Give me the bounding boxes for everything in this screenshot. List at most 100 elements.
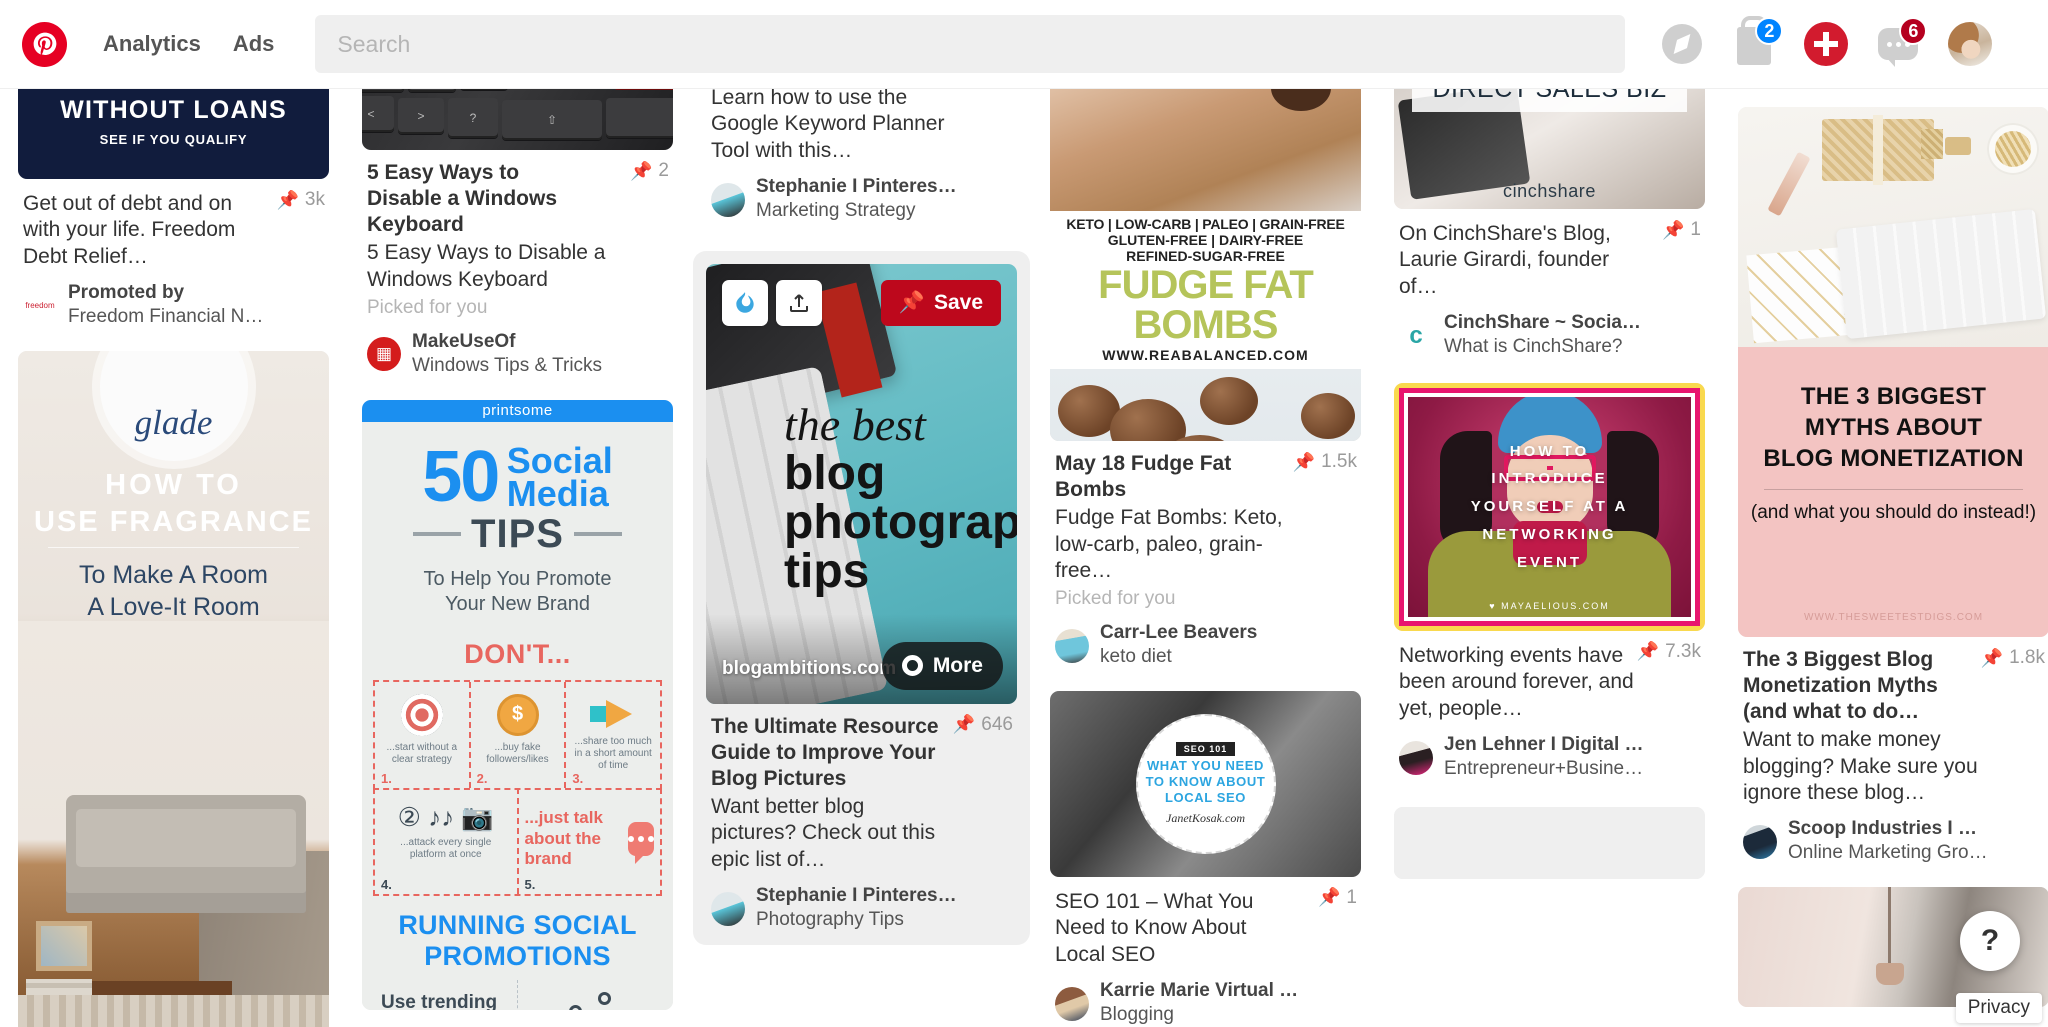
board-name: Photography Tips (756, 909, 904, 931)
author-avatar: c (1399, 318, 1433, 353)
author-avatar (1743, 824, 1777, 859)
repin-count-monetization: 📌 1.8k (1980, 647, 2045, 668)
pin-marker-icon: 📌 (898, 290, 925, 314)
shopping-bag-badge: 2 (1755, 17, 1784, 45)
pin-card-infographic[interactable]: printsome 50 Social Media TIPS To Help Y… (362, 399, 673, 1010)
pin-image-keyboard[interactable]: : ' @ ~# < > ? ⇧ (362, 89, 673, 150)
pin-image-blog-photography[interactable]: the best blog photography tips (706, 263, 1017, 704)
board-name: What is CinchShare? (1444, 336, 1623, 358)
coin-icon: $ (496, 693, 539, 736)
infographic-social: Social (506, 439, 613, 481)
pin-card-placeholder[interactable] (1394, 806, 1705, 879)
share-node-icon (567, 991, 613, 1010)
pin-meta-keyboard: 📌 2 5 Easy Ways to Disable a Windows Key… (362, 150, 673, 378)
cinch-art-logo: cinchshare (1502, 181, 1597, 201)
pin-image-placeholder[interactable] (1394, 806, 1705, 879)
grid-column-5: CREATE FOR YOUR DIRECT SALES BIZ cinchsh… (1394, 89, 1705, 901)
messages-bubble-icon[interactable]: 6 (1869, 15, 1928, 73)
fudge-art-headline: FUDGE FAT BOMBS (1098, 263, 1314, 347)
art-line-2: blog (784, 446, 886, 500)
pin-card-blog-photography[interactable]: the best blog photography tips (693, 250, 1030, 945)
help-button[interactable]: ? (1960, 911, 2020, 971)
hover-tool-group[interactable] (722, 279, 822, 326)
repin-count-debt: 📌 3k (276, 189, 326, 210)
privacy-link[interactable]: Privacy (1955, 993, 2042, 1023)
pin-attribution-google-keyword[interactable]: Stephanie I Pinteres… Marketing Strategy (711, 176, 1012, 223)
pin-attribution-seo[interactable]: Karrie Marie Virtual … Blogging (1055, 980, 1356, 1027)
pinterest-logo-icon[interactable] (22, 21, 67, 67)
more-button[interactable]: More (881, 641, 1003, 690)
pin-card-keyboard[interactable]: : ' @ ~# < > ? ⇧ 📌 2 5 Easy Ways to Di (362, 89, 673, 378)
running-item-7: Avoid spam e.g. asking someone to share … (518, 980, 662, 1010)
author-name: CinchShare ~ Socia… (1444, 312, 1641, 334)
pin-image-glade[interactable]: glade HOW TO USE FRAGRANCE To Make A Roo… (18, 350, 329, 1027)
pin-card-networking[interactable]: HOW TO INTRODUCE YOURSELF AT A NETWORKIN… (1394, 382, 1705, 781)
dont-item-4: ② ♪♪ 📷 ...attack every single platform a… (375, 787, 519, 894)
pin-description-blog-photography: Want better blog pictures? Check out thi… (711, 795, 936, 871)
grid-column-4: KETO | LOW-CARB | PALEO | GRAIN-FREE GLU… (1050, 89, 1361, 1027)
repin-count-cinchshare: 📌 1 (1662, 219, 1701, 240)
pin-attribution-debt[interactable]: freedom Promoted by Freedom Financial N… (23, 282, 324, 329)
nav-analytics[interactable]: Analytics (103, 31, 201, 57)
pin-image-debt[interactable]: DEBT WITHOUT LOANS SEE IF YOU QUALIFY (18, 89, 329, 179)
pin-marker-icon: 📌 (1662, 219, 1685, 240)
author-name: Stephanie I Pinteres… (756, 885, 957, 907)
pin-attribution-cinchshare[interactable]: c CinchShare ~ Socia… What is CinchShare… (1399, 312, 1700, 359)
pin-image-cinchshare[interactable]: CREATE FOR YOUR DIRECT SALES BIZ cinchsh… (1394, 89, 1705, 209)
chat-bubble-icon (628, 821, 654, 864)
pin-attribution-networking[interactable]: Jen Lehner I Digital … Entrepreneur+Busi… (1399, 734, 1700, 781)
pin-image-monetization[interactable]: THE 3 BIGGEST MYTHS ABOUT BLOG MONETIZAT… (1738, 107, 2048, 637)
pin-meta-google-keyword: Learn how to use the Google Keyword Plan… (706, 89, 1017, 223)
search-input[interactable] (315, 15, 1626, 73)
nav-ads[interactable]: Ads (233, 31, 275, 57)
pin-attribution-fudge[interactable]: Carr-Lee Beavers keto diet (1055, 622, 1356, 669)
profile-avatar[interactable] (1941, 15, 1999, 73)
repin-count-networking: 📌 7.3k (1636, 640, 1701, 662)
pin-grid[interactable]: DEBT WITHOUT LOANS SEE IF YOU QUALIFY 📌 … (0, 89, 2048, 1027)
pin-marker-icon: 📌 (1636, 641, 1660, 662)
art-line-1: the best (784, 398, 926, 450)
pin-image-fudge[interactable]: KETO | LOW-CARB | PALEO | GRAIN-FREE GLU… (1050, 89, 1361, 441)
pin-card-debt[interactable]: DEBT WITHOUT LOANS SEE IF YOU QUALIFY 📌 … (18, 89, 329, 329)
pin-marker-icon: 📌 (1318, 887, 1341, 908)
compass-icon[interactable] (1653, 15, 1711, 73)
pin-meta-monetization: 📌 1.8k The 3 Biggest Blog Monetization M… (1738, 637, 2048, 865)
pin-domain-label: blogambitions.com (722, 657, 897, 679)
pin-image-seo[interactable]: SEO 101 WHAT YOU NEED TO KNOW ABOUT LOCA… (1050, 690, 1361, 877)
author-name: Carr-Lee Beavers (1100, 622, 1258, 644)
seo-badge: SEO 101 WHAT YOU NEED TO KNOW ABOUT LOCA… (1135, 713, 1276, 854)
pin-meta-blog-photography: 📌 646 The Ultimate Resource Guide to Imp… (706, 704, 1017, 932)
promoted-label: Promoted by (68, 282, 185, 304)
pin-card-glade[interactable]: glade HOW TO USE FRAGRANCE To Make A Roo… (18, 350, 329, 1027)
pin-card-fudge[interactable]: KETO | LOW-CARB | PALEO | GRAIN-FREE GLU… (1050, 89, 1361, 669)
pin-card-monetization[interactable]: THE 3 BIGGEST MYTHS ABOUT BLOG MONETIZAT… (1738, 107, 2048, 865)
pin-image-networking[interactable]: HOW TO INTRODUCE YOURSELF AT A NETWORKIN… (1394, 382, 1705, 631)
infographic-number: 50 (422, 436, 500, 517)
header-actions: 2 6 (1653, 15, 2013, 73)
top-navigation-bar: Analytics Ads 2 6 (0, 0, 2048, 89)
search-bar[interactable] (315, 15, 1626, 73)
pin-attribution-blog-photography[interactable]: Stephanie I Pinteres… Photography Tips (711, 885, 1012, 932)
repin-count-blog-photography: 📌 646 (952, 713, 1013, 735)
grid-column-1: DEBT WITHOUT LOANS SEE IF YOU QUALIFY 📌 … (18, 89, 329, 1027)
megaphone-icon (590, 699, 636, 730)
more-button-label: More (932, 653, 983, 677)
shopping-bag-icon[interactable]: 2 (1725, 15, 1784, 73)
pin-card-seo[interactable]: SEO 101 WHAT YOU NEED TO KNOW ABOUT LOCA… (1050, 690, 1361, 1027)
promoter-avatar: freedom (23, 288, 57, 323)
save-button[interactable]: 📌 Save (880, 279, 1001, 326)
infographic-tips: TIPS (471, 511, 564, 556)
author-avatar (711, 182, 745, 217)
art-line-4: tips (784, 544, 870, 598)
pin-card-google-keyword[interactable]: Learn how to use the Google Keyword Plan… (706, 89, 1017, 223)
pin-attribution-monetization[interactable]: Scoop Industries I … Online Marketing Gr… (1743, 818, 2044, 865)
pin-card-cinchshare[interactable]: CREATE FOR YOUR DIRECT SALES BIZ cinchsh… (1394, 89, 1705, 359)
pin-meta-fudge: 📌 1.5k May 18 Fudge Fat Bombs Fudge Fat … (1050, 441, 1361, 669)
author-name: Scoop Industries I … (1788, 818, 1977, 840)
add-plus-icon[interactable] (1797, 15, 1855, 73)
pin-image-infographic[interactable]: printsome 50 Social Media TIPS To Help Y… (362, 399, 673, 1010)
board-name: Windows Tips & Tricks (412, 354, 603, 376)
share-upload-icon[interactable] (776, 279, 822, 326)
pin-attribution-keyboard[interactable]: ▦ MakeUseOf Windows Tips & Tricks (367, 331, 668, 378)
flame-tool-icon[interactable] (722, 279, 768, 326)
